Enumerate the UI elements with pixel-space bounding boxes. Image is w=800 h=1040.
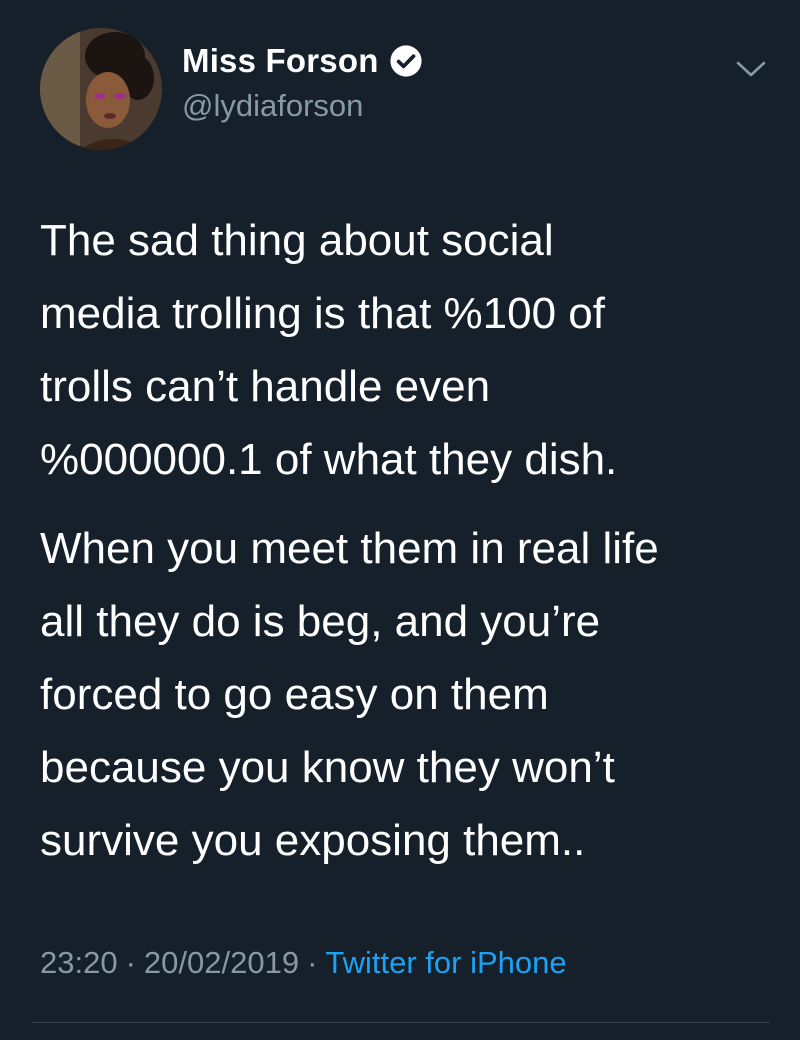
- tweet-line: trolls can’t handle even: [40, 362, 491, 411]
- tweet-card: Miss Forson @lydiaforson The sad thing a…: [0, 0, 800, 1040]
- display-name-text: Miss Forson: [182, 42, 379, 79]
- tweet-time[interactable]: 23:20: [40, 945, 118, 980]
- tweet-line: %000000.1 of what they dish.: [40, 435, 618, 484]
- tweet-text: The sad thing about social media trollin…: [40, 204, 780, 877]
- tweet-line: survive you exposing them..: [40, 816, 586, 865]
- tweet-source-link[interactable]: Twitter for iPhone: [325, 945, 566, 980]
- divider: [32, 1022, 770, 1023]
- avatar-photo: [40, 28, 162, 150]
- tweet-line: media trolling is that %100 of: [40, 289, 605, 338]
- meta-separator: ·: [125, 945, 136, 980]
- author-display-name[interactable]: Miss Forson: [182, 42, 423, 80]
- avatar[interactable]: [40, 28, 162, 150]
- meta-separator: ·: [307, 945, 318, 980]
- tweet-meta: 23:20 · 20/02/2019 · Twitter for iPhone: [40, 945, 567, 981]
- author-handle[interactable]: @lydiaforson: [182, 88, 363, 124]
- tweet-date[interactable]: 20/02/2019: [144, 945, 299, 980]
- tweet-paragraph: The sad thing about social media trollin…: [40, 204, 780, 496]
- tweet-line: all they do is beg, and you’re: [40, 597, 601, 646]
- tweet-line: forced to go easy on them: [40, 670, 549, 719]
- tweet-paragraph: When you meet them in real life all they…: [40, 512, 780, 877]
- chevron-down-icon[interactable]: [734, 58, 768, 80]
- tweet-line: The sad thing about social: [40, 216, 554, 265]
- tweet-line: because you know they won’t: [40, 743, 615, 792]
- tweet-line: When you meet them in real life: [40, 524, 659, 573]
- verified-badge-icon: [389, 44, 423, 78]
